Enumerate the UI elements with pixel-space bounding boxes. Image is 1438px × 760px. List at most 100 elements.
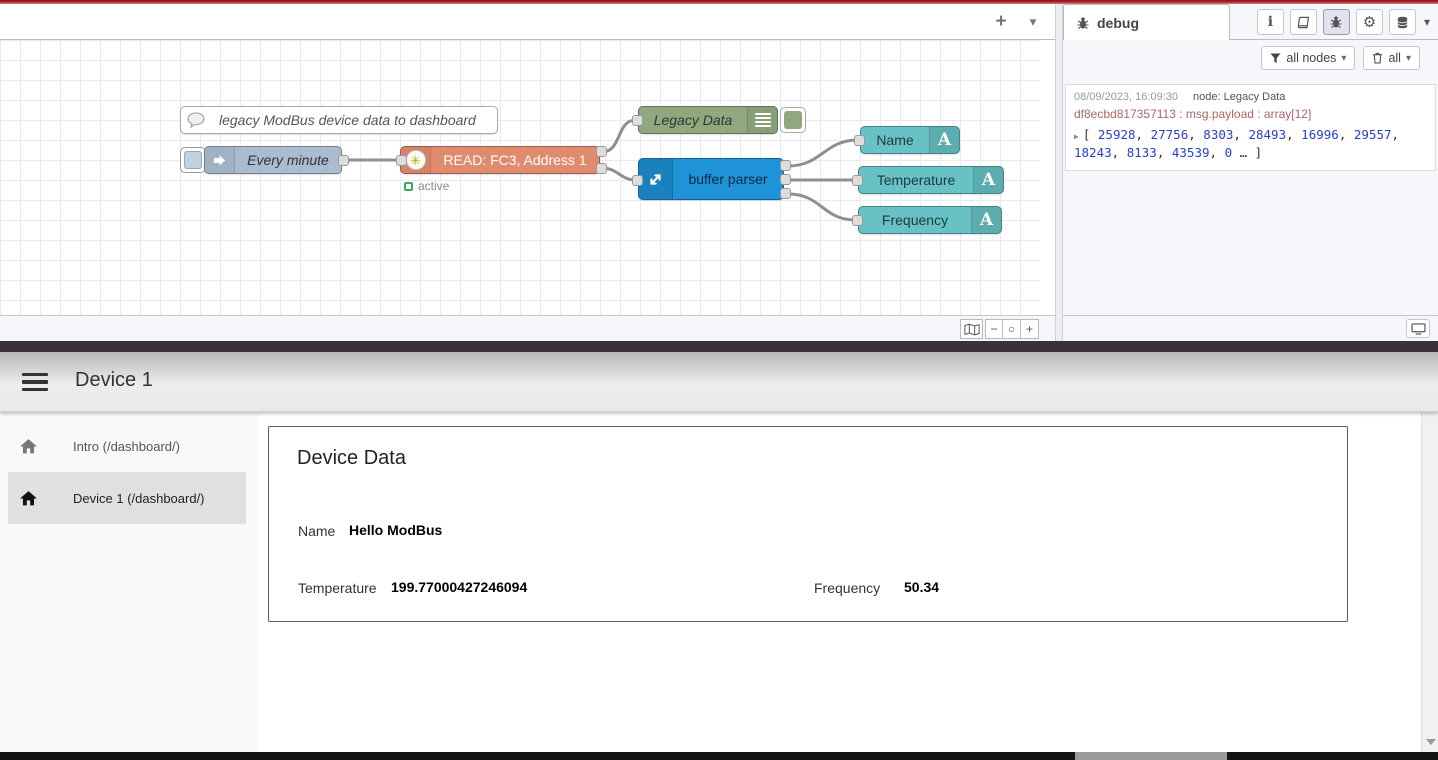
tab-context-button[interactable] — [1389, 9, 1416, 35]
trash-icon — [1372, 52, 1383, 64]
ui-text-label: Temperature — [859, 172, 973, 188]
bug-icon — [1076, 16, 1090, 30]
text-A-icon: A — [982, 170, 995, 190]
home-icon — [20, 491, 37, 506]
inject-node-label: Every minute — [235, 152, 341, 168]
tab-debug[interactable]: debug — [1063, 4, 1230, 40]
database-icon — [1396, 16, 1409, 29]
debug-message-list[interactable]: 08/09/2023, 16:09:30 node: Legacy Data d… — [1065, 84, 1436, 315]
funnel-icon — [1270, 53, 1281, 64]
buffer-output-port-3[interactable] — [780, 188, 791, 199]
window-separator — [0, 341, 1438, 352]
wire[interactable] — [788, 140, 858, 166]
tab-help-button[interactable] — [1290, 9, 1317, 35]
flow-canvas[interactable]: legacy ModBus device data to dashboard E… — [0, 40, 1040, 315]
zoom-reset-button[interactable]: ○ — [1003, 319, 1021, 339]
clear-messages-button[interactable]: all ▾ — [1363, 46, 1420, 70]
ui-text-node-name[interactable]: Name A — [860, 126, 960, 154]
ui-text-node-temperature[interactable]: Temperature A — [858, 166, 1004, 194]
modbus-input-port[interactable] — [396, 155, 407, 166]
bottom-scrollbar[interactable] — [0, 752, 1438, 760]
inject-arrow-icon — [212, 153, 227, 168]
debug-message-timestamp: 08/09/2023, 16:09:30 — [1074, 91, 1178, 103]
clear-label: all — [1388, 51, 1401, 65]
debug-input-port[interactable] — [632, 115, 643, 126]
dashboard-sidebar: Intro (/dashboard/) Device 1 (/dashboard… — [0, 412, 258, 752]
debug-node-legacy-data[interactable]: Legacy Data — [638, 106, 778, 134]
buffer-parser-node[interactable]: buffer parser — [638, 158, 784, 200]
gear-icon: ⚙ — [1363, 13, 1376, 31]
sidebar-item-intro[interactable]: Intro (/dashboard/) — [0, 420, 258, 472]
navigator-button[interactable] — [960, 319, 983, 339]
chevron-down-icon: ▾ — [1406, 53, 1411, 64]
modbus-node-label: READ: FC3, Address 1 — [431, 152, 599, 168]
sidebar-item-label: Intro (/dashboard/) — [73, 439, 180, 454]
frequency-label: Frequency — [814, 580, 880, 596]
scroll-down-arrow[interactable] — [1426, 739, 1436, 745]
name-value: Hello ModBus — [349, 522, 442, 538]
device-data-card: Device Data Name Hello ModBus Temperatur… — [268, 426, 1348, 622]
wire[interactable] — [788, 194, 856, 220]
sidebar-header: debug i ⚙ — [1063, 4, 1438, 40]
home-icon — [20, 439, 37, 454]
temperature-value: 199.77000427246094 — [391, 579, 527, 595]
wire[interactable] — [602, 168, 636, 180]
book-icon — [1296, 16, 1311, 29]
flow-list-dropdown[interactable]: ▾ — [1020, 10, 1046, 34]
filter-nodes-button[interactable]: all nodes ▾ — [1261, 46, 1355, 70]
debug-message-source[interactable]: node: Legacy Data — [1193, 91, 1285, 103]
wire[interactable] — [602, 120, 636, 152]
ui-text-frequency-input-port[interactable] — [852, 215, 863, 226]
modbus-output-port-1[interactable] — [596, 146, 607, 157]
text-A-icon: A — [980, 210, 993, 230]
sidebar-item-device1[interactable]: Device 1 (/dashboard/) — [8, 472, 246, 524]
filter-label: all nodes — [1286, 51, 1336, 65]
ui-text-temperature-input-port[interactable] — [852, 175, 863, 186]
bottom-scrollbar-thumb[interactable] — [1075, 752, 1227, 760]
open-window-button[interactable] — [1406, 319, 1430, 338]
ui-text-label: Frequency — [859, 212, 971, 228]
dashboard: Device 1 Intro (/dashboard/) Device 1 (/… — [0, 352, 1438, 760]
tab-config-button[interactable]: ⚙ — [1356, 9, 1383, 35]
menu-icon[interactable] — [22, 373, 48, 395]
status-text: active — [418, 179, 449, 193]
dashboard-header: Device 1 — [0, 352, 1438, 412]
sidebar-menu-caret[interactable]: ▾ — [1422, 15, 1432, 29]
ui-text-name-input-port[interactable] — [854, 135, 865, 146]
tab-debug-button[interactable] — [1323, 9, 1350, 35]
ui-text-label: Name — [861, 132, 929, 148]
tab-info-button[interactable]: i — [1257, 9, 1284, 35]
tab-debug-label: debug — [1097, 15, 1139, 31]
comment-bubble-icon — [187, 112, 205, 128]
dashboard-scrollbar[interactable] — [1421, 352, 1438, 752]
buffer-output-port-1[interactable] — [780, 160, 791, 171]
card-title: Device Data — [297, 447, 406, 470]
debug-sidebar: debug i ⚙ — [1063, 4, 1438, 341]
debug-toggle-button[interactable] — [780, 107, 806, 133]
comment-node-label: legacy ModBus device data to dashboard — [211, 112, 497, 128]
debug-message-meta: df8ecbd817357113 : msg.payload : array[1… — [1074, 107, 1427, 121]
inject-output-port[interactable] — [338, 155, 349, 166]
zoom-out-button[interactable]: − — [985, 319, 1003, 339]
dashboard-title: Device 1 — [75, 369, 153, 392]
buffer-output-port-2[interactable] — [780, 174, 791, 185]
bug-icon — [1329, 15, 1343, 29]
comment-node[interactable]: legacy ModBus device data to dashboard — [180, 106, 498, 134]
buffer-input-port[interactable] — [632, 175, 643, 186]
sidebar-splitter[interactable] — [1055, 4, 1063, 341]
modbus-icon: ✳ — [406, 150, 426, 170]
modbus-read-node[interactable]: ✳ READ: FC3, Address 1 — [400, 146, 600, 174]
debug-toolbar: all nodes ▾ all ▾ — [1063, 46, 1438, 76]
zoom-in-button[interactable]: + — [1021, 319, 1039, 339]
add-flow-button[interactable]: + — [988, 10, 1014, 34]
debug-payload[interactable]: ▶[ 25928, 27756, 8303, 28493, 16996, 295… — [1074, 126, 1427, 162]
editor-footer: − ○ + — [0, 315, 1055, 341]
debug-message[interactable]: 08/09/2023, 16:09:30 node: Legacy Data d… — [1065, 84, 1436, 171]
modbus-output-port-2[interactable] — [596, 163, 607, 174]
sidebar-tab-buttons: i ⚙ — [1257, 9, 1432, 35]
screen: + ▾ legacy ModBus device data to — [0, 0, 1438, 760]
ui-text-node-frequency[interactable]: Frequency A — [858, 206, 1002, 234]
inject-trigger-button[interactable] — [180, 147, 206, 173]
modbus-status: active — [404, 179, 449, 193]
inject-node[interactable]: Every minute — [204, 146, 342, 174]
